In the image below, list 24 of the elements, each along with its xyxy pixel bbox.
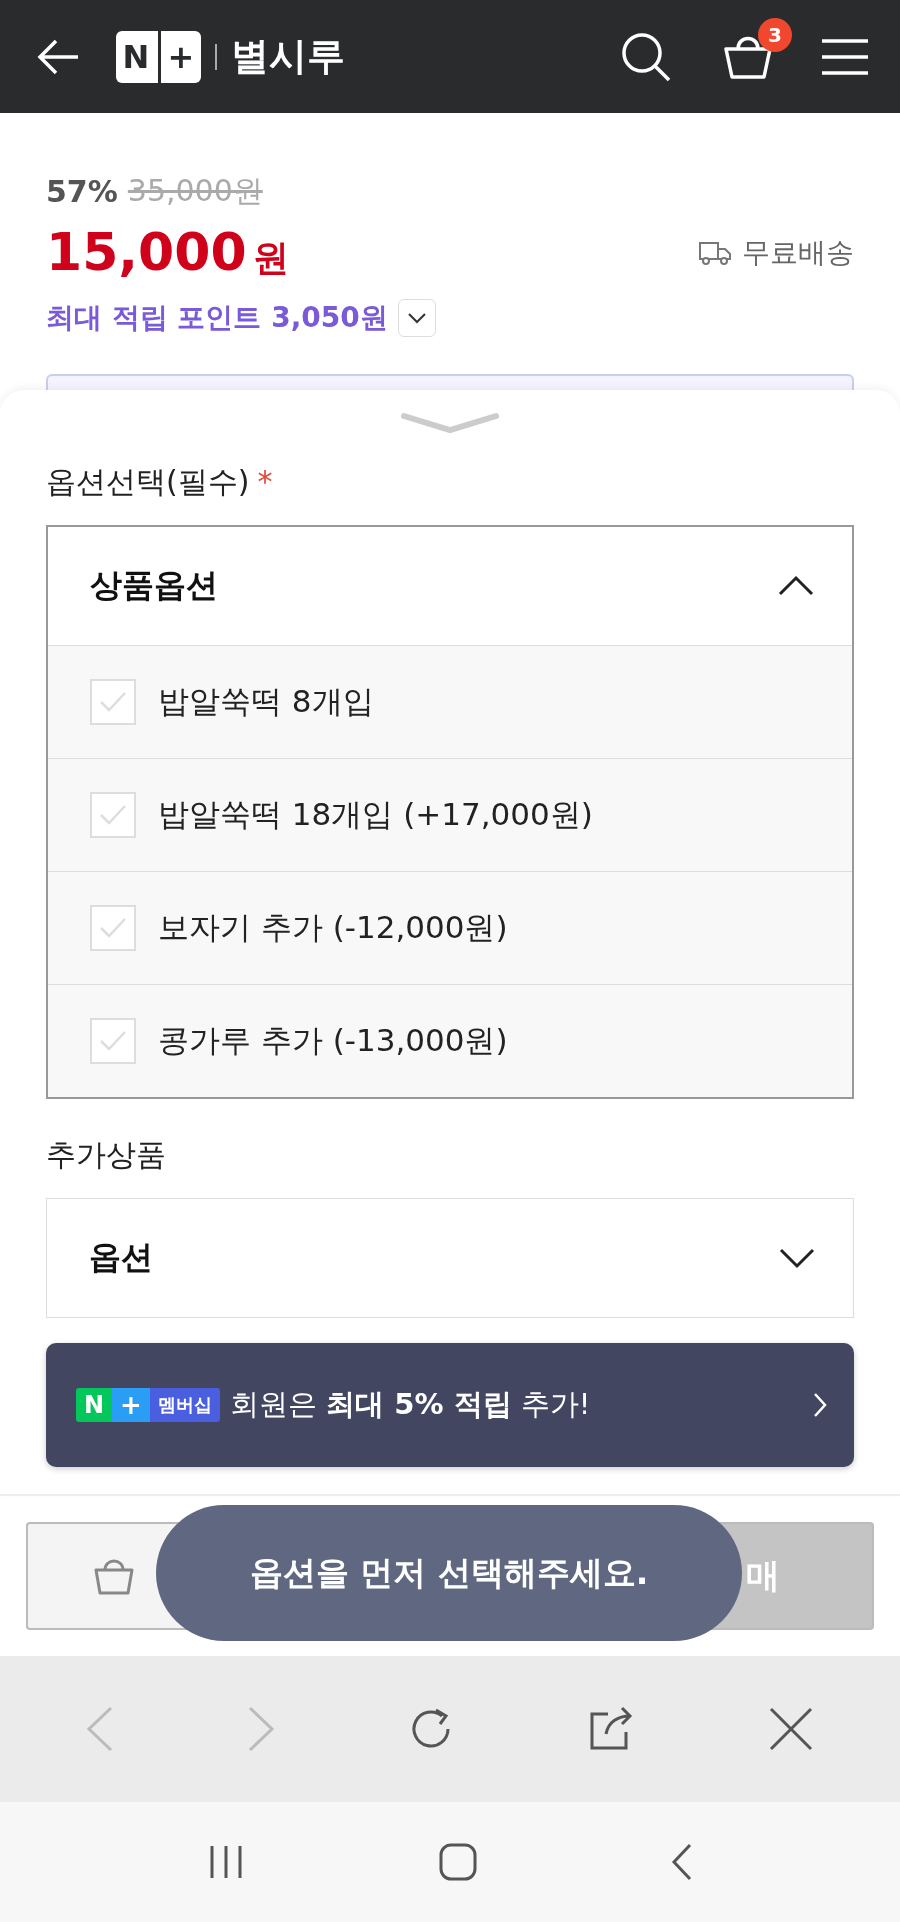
option-label: 옵션선택(필수) <box>46 464 250 499</box>
option-item[interactable]: 밥알쑥떡 8개입 <box>48 645 852 758</box>
option-item[interactable]: 밥알쑥떡 18개입 (+17,000원) <box>48 758 852 871</box>
discount-rate: 57% <box>46 174 118 209</box>
shipping-info: 무료배송 <box>742 234 854 271</box>
option-text: 밥알쑥떡 18개입 (+17,000원) <box>158 795 593 834</box>
sale-price: 15,000 <box>46 222 247 282</box>
logo[interactable]: N + <box>116 30 201 83</box>
cart-count-badge: 3 <box>758 18 792 52</box>
original-price: 35,000원 <box>127 172 263 210</box>
store-name[interactable]: 별시루 <box>231 31 620 82</box>
option-item[interactable]: 보자기 추가 (-12,000원) <box>48 871 852 984</box>
option-text: 밥알쑥떡 8개입 <box>158 682 374 721</box>
membership-message: 회원은 최대 5% 적립 추가! <box>229 1386 592 1423</box>
max-points: 최대 적립 포인트 3,050원 <box>46 300 388 336</box>
extra-product-label: 추가상품 <box>46 1136 167 1174</box>
option-item[interactable]: 콩가루 추가 (-13,000원) <box>48 984 852 1097</box>
option-text: 콩가루 추가 (-13,000원) <box>158 1021 508 1060</box>
required-mark: * <box>257 464 273 499</box>
option-text: 보자기 추가 (-12,000원) <box>158 908 508 947</box>
membership-banner[interactable]: N + 멤버십 회원은 최대 5% 적립 추가! <box>46 1343 854 1467</box>
option-required-toast: 옵션을 먼저 선택해주세요. <box>156 1505 742 1641</box>
currency-unit: 원 <box>252 236 289 280</box>
membership-badge: N + 멤버십 <box>76 1388 220 1422</box>
